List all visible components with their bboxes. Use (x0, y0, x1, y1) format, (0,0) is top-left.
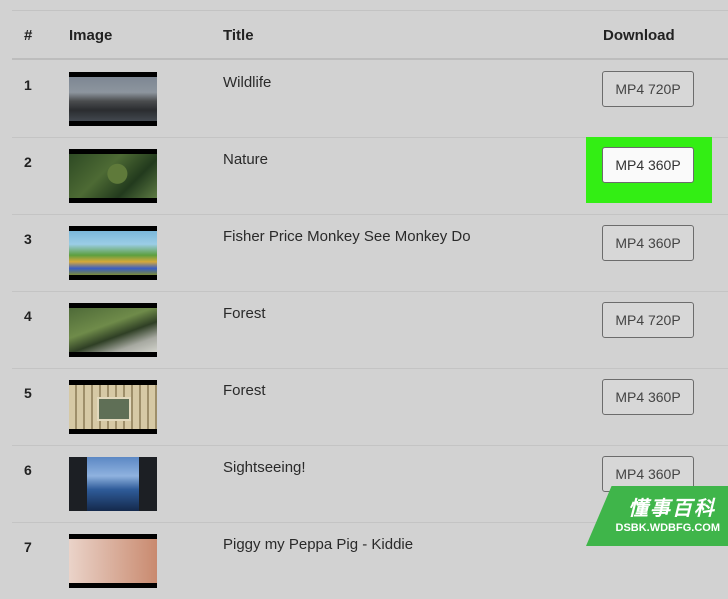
thumbnail-image (87, 457, 139, 511)
download-button[interactable]: MP4 720P (602, 71, 694, 107)
download-button[interactable]: MP4 360P (602, 225, 694, 261)
video-title: Nature (223, 151, 269, 168)
row-number: 2 (24, 154, 32, 170)
download-button-highlighted[interactable]: MP4 360P (602, 147, 694, 183)
watermark-url: DSBK.WDBFG.COM (615, 522, 721, 534)
row-number: 3 (24, 231, 32, 247)
download-button[interactable]: MP4 720P (602, 302, 694, 338)
video-thumbnail[interactable] (69, 380, 157, 434)
video-title: Piggy my Peppa Pig - Kiddie (223, 536, 414, 553)
header-number: # (24, 27, 33, 44)
video-title: Sightseeing! (223, 459, 306, 476)
row-number: 5 (24, 385, 32, 401)
header-image: Image (69, 27, 113, 44)
thumbnail-image (69, 154, 157, 198)
table-row: 3 Fisher Price Monkey See Monkey Do MP4 … (12, 214, 728, 292)
row-number: 4 (24, 308, 32, 324)
watermark-chinese-text: 懂事百科 (628, 498, 716, 520)
video-title: Fisher Price Monkey See Monkey Do (223, 228, 471, 245)
table-header: # Image Title Download (12, 10, 728, 60)
thumbnail-image (69, 308, 157, 352)
row-number: 1 (24, 77, 32, 93)
video-thumbnail[interactable] (69, 149, 157, 203)
table-row: 1 Wildlife MP4 720P (12, 60, 728, 138)
thumbnail-image (69, 231, 157, 275)
video-title: Wildlife (223, 74, 272, 91)
row-number: 7 (24, 539, 32, 555)
header-title: Title (223, 27, 254, 44)
table-row: 5 Forest MP4 360P (12, 368, 728, 446)
thumbnail-image (69, 77, 157, 121)
video-thumbnail[interactable] (69, 457, 157, 511)
row-number: 6 (24, 462, 32, 478)
table-row: 4 Forest MP4 720P (12, 291, 728, 369)
video-thumbnail[interactable] (69, 226, 157, 280)
video-thumbnail[interactable] (69, 534, 157, 588)
video-title: Forest (223, 382, 266, 399)
header-download: Download (603, 27, 675, 44)
video-title: Forest (223, 305, 266, 322)
thumbnail-image (69, 385, 157, 429)
video-thumbnail[interactable] (69, 72, 157, 126)
download-button[interactable]: MP4 360P (602, 379, 694, 415)
video-thumbnail[interactable] (69, 303, 157, 357)
table-row: 2 Nature MP4 360P (12, 137, 728, 215)
